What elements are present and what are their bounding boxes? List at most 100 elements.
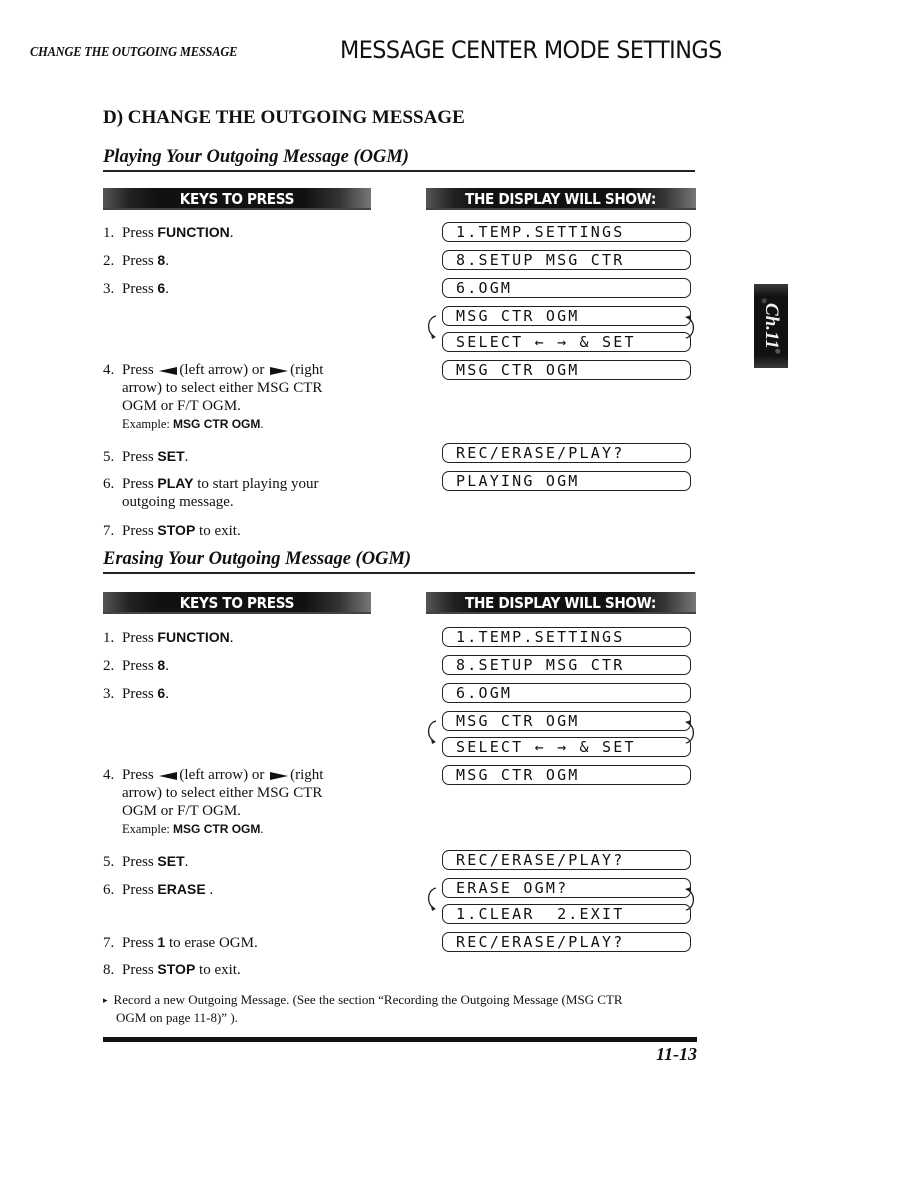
step-text: . [165,658,169,674]
cycle-arrow-left-icon [427,720,437,744]
note-text: Record a new Outgoing Message. (See the … [113,992,623,1007]
lcd-display: 1.CLEAR 2.EXIT [442,904,691,924]
erasing-subtitle: Erasing Your Outgoing Message (OGM) [103,549,412,569]
lcd-display: 1.TEMP.SETTINGS [442,222,691,242]
erasing-step-7: 7. Press 1 to erase OGM. [103,933,258,952]
step-text: Press [122,523,158,539]
lcd-display: 1.TEMP.SETTINGS [442,627,691,647]
note-bullet-icon: ▸ [103,995,108,1005]
step-number: 3. [103,281,115,297]
key-name: SET [157,448,185,464]
cycle-arrow-left-icon [427,887,437,911]
cycle-arrow-right-icon [685,887,695,911]
step-text: . [184,854,189,870]
playing-step-5: 5. Press SET. [103,447,188,466]
lcd-display: REC/ERASE/PLAY? [442,932,691,952]
left-arrow-icon [159,366,178,375]
playing-subtitle: Playing Your Outgoing Message (OGM) [103,147,409,167]
step-example: Example: MSG CTR OGM. [103,820,323,838]
playing-step-1: 1. Press FUNCTION. [103,223,234,242]
step-number: 4. [103,767,115,783]
step-number: 3. [103,686,115,702]
erasing-step-3: 3. Press 6. [103,684,169,703]
key-name: FUNCTION [157,224,230,240]
step-number: 6. [103,476,115,492]
lcd-display: 8.SETUP MSG CTR [442,655,691,675]
step-text: . [165,686,169,702]
lcd-display: 6.OGM [442,683,691,703]
cycle-arrow-left-icon [427,315,437,339]
lcd-display: REC/ERASE/PLAY? [442,850,691,870]
example-label: Example: [122,417,174,431]
step-text: to exit. [195,962,241,978]
step-text: Press [122,767,158,783]
step-text: Press [122,253,158,269]
display-will-show-banner: THE DISPLAY WILL SHOW: [426,188,696,210]
keys-to-press-label: KEYS TO PRESS [179,594,295,612]
erasing-step-2: 2. Press 8. [103,656,169,675]
chapter-tab: Ch.11 [754,284,788,368]
keys-to-press-banner: KEYS TO PRESS [103,188,371,210]
keys-to-press-label: KEYS TO PRESS [179,190,295,208]
step-text: Press [122,935,158,951]
keys-to-press-banner: KEYS TO PRESS [103,592,371,614]
erasing-step-6: 6. Press ERASE . [103,880,213,899]
lcd-display: MSG CTR OGM [442,765,691,785]
example-label: Example: [122,822,174,836]
playing-step-2: 2. Press 8. [103,251,169,270]
lcd-display: 8.SETUP MSG CTR [442,250,691,270]
playing-step-7: 7. Press STOP to exit. [103,521,241,540]
cycle-arrow-right-icon [685,720,695,744]
step-text: (left arrow) or [179,362,269,378]
playing-subtitle-rule [103,170,695,172]
erasing-subtitle-rule [103,572,695,574]
step-text: Press [122,962,158,978]
key-name: PLAY [157,475,194,491]
step-text: Press [122,362,158,378]
lcd-display: MSG CTR OGM [442,360,691,380]
step-text: to exit. [195,523,241,539]
step-text: Press [122,686,158,702]
step-text: . [165,253,169,269]
note: ▸ Record a new Outgoing Message. (See the… [103,991,703,1027]
step-text: (right [290,362,324,378]
page-number: 11-13 [655,1044,697,1064]
key-name: STOP [157,961,196,977]
display-will-show-label: THE DISPLAY WILL SHOW: [465,594,657,612]
right-arrow-icon [270,366,289,375]
step-text: (left arrow) or [179,767,269,783]
step-text: . [260,417,264,431]
step-number: 1. [103,225,115,241]
lcd-display: ERASE OGM? [442,878,691,898]
key-name: FUNCTION [157,629,230,645]
right-arrow-icon [270,771,289,780]
step-text: (right [290,767,324,783]
step-text: Press [122,476,158,492]
lcd-display: PLAYING OGM [442,471,691,491]
mode-title: MESSAGE CENTER MODE SETTINGS [340,36,722,64]
step-text: Press [122,658,158,674]
step-text: Press [122,225,158,241]
chapter-tab-label: Ch.11 [761,303,783,349]
lcd-display: REC/ERASE/PLAY? [442,443,691,463]
step-text: to start playing your [193,476,319,492]
step-text: . [205,882,214,898]
step-number: 2. [103,253,115,269]
step-text: . [165,281,169,297]
step-text: outgoing message. [122,494,234,510]
step-text: arrow) to select either MSG CTR [122,785,323,801]
lcd-display: SELECT ← → & SET [442,737,691,757]
step-text: OGM or F/T OGM. [122,803,241,819]
step-number: 5. [103,449,115,465]
key-name: STOP [157,522,196,538]
note-text: OGM on page 11-8)” ). [116,1010,238,1025]
lcd-display: MSG CTR OGM [442,306,691,326]
key-name: MSG CTR OGM [173,822,261,836]
erasing-step-4: 4. Press (left arrow) or (right arrow) to… [103,766,323,838]
step-text: . [260,822,264,836]
key-name: ERASE [157,881,206,897]
playing-step-3: 3. Press 6. [103,279,169,298]
footer-rule [103,1037,697,1042]
erasing-step-8: 8. Press STOP to exit. [103,960,241,979]
erasing-step-1: 1. Press FUNCTION. [103,628,234,647]
